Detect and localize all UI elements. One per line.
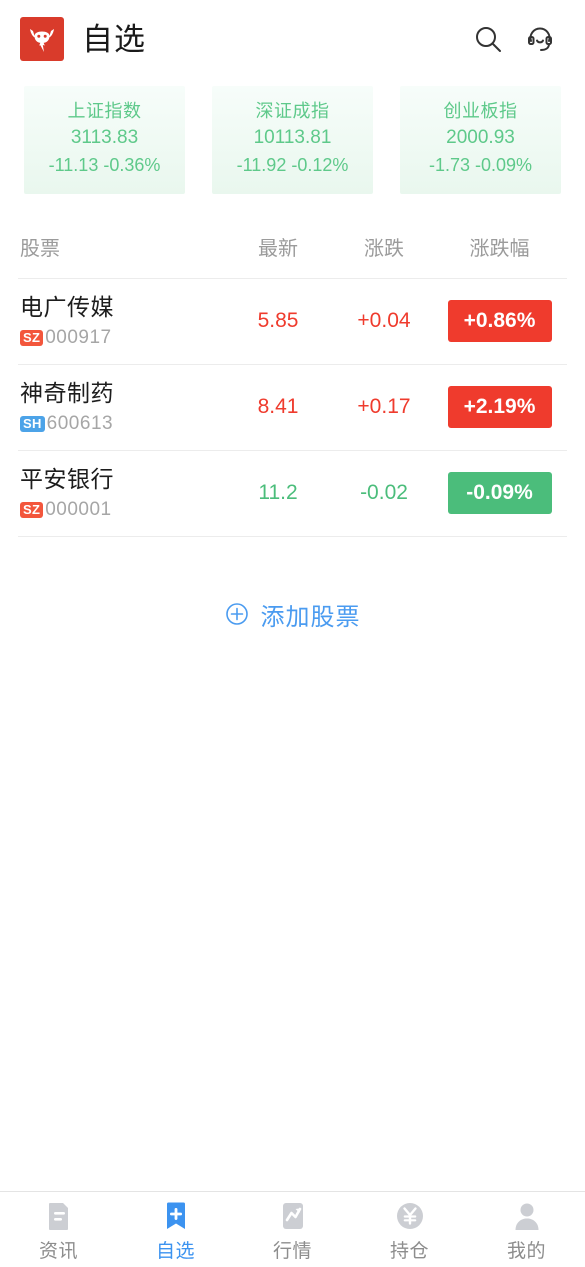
stock-code-line: SH 600613 [20, 413, 224, 435]
index-change: -1.73 -0.09% [428, 154, 533, 175]
market-badge: SH [20, 416, 45, 433]
table-row[interactable]: 平安银行 SZ 000001 11.2 -0.02 -0.09% [0, 451, 585, 536]
stock-table-header: 股票 最新 涨跌 涨跌幅 [0, 216, 585, 278]
column-header-name: 股票 [20, 238, 60, 261]
stock-code-line: SZ 000001 [20, 499, 224, 521]
person-icon [512, 1199, 542, 1233]
stock-change: -0.02 [360, 481, 408, 505]
index-name: 上证指数 [67, 101, 142, 121]
stock-percent-cell: -0.09% [436, 472, 563, 515]
column-header-change: 涨跌 [364, 238, 404, 261]
stock-last-price: 11.2 [258, 481, 298, 505]
market-badge: SZ [20, 502, 44, 519]
bookmark-plus-icon [161, 1199, 191, 1233]
status-badge: +0.86% [447, 300, 552, 343]
stock-name: 电广传媒 [20, 294, 114, 321]
stock-last-price: 8.41 [257, 395, 299, 419]
status-badge: +2.19% [447, 386, 552, 429]
customer-service-icon[interactable] [517, 16, 563, 62]
nav-label-news: 资讯 [38, 1241, 78, 1262]
news-document-icon [44, 1199, 74, 1233]
page-title: 自选 [82, 21, 146, 57]
stock-percent-cell: +2.19% [436, 386, 563, 429]
app-header: 自选 [0, 0, 585, 78]
index-value: 3113.83 [70, 127, 139, 149]
nav-item-watchlist[interactable]: 自选 [117, 1192, 234, 1267]
stock-code: 600613 [46, 413, 114, 435]
nav-label-watchlist: 自选 [155, 1241, 195, 1262]
nav-item-profile[interactable]: 我的 [468, 1192, 585, 1267]
stock-code: 000001 [45, 499, 112, 521]
yuan-circle-icon [395, 1199, 425, 1233]
stock-change: +0.04 [357, 309, 411, 333]
market-badge: SZ [20, 330, 44, 347]
nav-label-holdings: 持仓 [389, 1241, 429, 1262]
status-badge: -0.09% [447, 472, 552, 515]
stock-last-price: 5.85 [257, 309, 299, 333]
index-value: 10113.81 [253, 127, 332, 149]
trend-chart-icon [278, 1199, 308, 1233]
stock-percent-cell: +0.86% [436, 300, 563, 343]
nav-label-profile: 我的 [506, 1241, 546, 1262]
index-name: 创业板指 [443, 101, 518, 121]
index-summary-row: 上证指数 3113.83 -11.13 -0.36% 深证成指 10113.81… [0, 78, 585, 194]
stock-code-line: SZ 000917 [20, 327, 224, 349]
nav-item-market[interactable]: 行情 [234, 1192, 351, 1267]
index-card-shanghai[interactable]: 上证指数 3113.83 -11.13 -0.36% [24, 86, 185, 194]
stock-name: 平安银行 [20, 466, 114, 493]
stock-code: 000917 [45, 327, 112, 349]
column-header-last: 最新 [258, 238, 298, 261]
stock-identity: 电广传媒 SZ 000917 [20, 293, 224, 349]
table-row[interactable]: 神奇制药 SH 600613 8.41 +0.17 +2.19% [0, 365, 585, 450]
stock-identity: 神奇制药 SH 600613 [20, 379, 224, 435]
bull-logo-icon [20, 17, 64, 61]
row-divider [18, 535, 567, 537]
nav-item-holdings[interactable]: 持仓 [351, 1192, 468, 1267]
index-name: 深证成指 [255, 101, 330, 121]
plus-circle-icon [225, 602, 249, 626]
index-card-chinext[interactable]: 创业板指 2000.93 -1.73 -0.09% [400, 86, 561, 194]
stock-identity: 平安银行 SZ 000001 [20, 465, 224, 521]
stock-change: +0.17 [357, 395, 411, 419]
index-change: -11.92 -0.12% [236, 154, 349, 175]
bottom-navigation: 资讯 自选 行情 持仓 我的 [0, 1191, 585, 1267]
column-header-percent: 涨跌幅 [469, 238, 530, 261]
add-stock-button[interactable]: 添加股票 [0, 597, 585, 632]
stock-name: 神奇制药 [20, 380, 114, 407]
index-card-shenzhen[interactable]: 深证成指 10113.81 -11.92 -0.12% [212, 86, 373, 194]
table-row[interactable]: 电广传媒 SZ 000917 5.85 +0.04 +0.86% [0, 279, 585, 364]
nav-label-market: 行情 [272, 1241, 312, 1262]
search-icon[interactable] [465, 16, 511, 62]
nav-item-news[interactable]: 资讯 [0, 1192, 117, 1267]
add-stock-label: 添加股票 [260, 603, 361, 631]
index-change: -11.13 -0.36% [48, 154, 161, 175]
index-value: 2000.93 [446, 127, 515, 149]
